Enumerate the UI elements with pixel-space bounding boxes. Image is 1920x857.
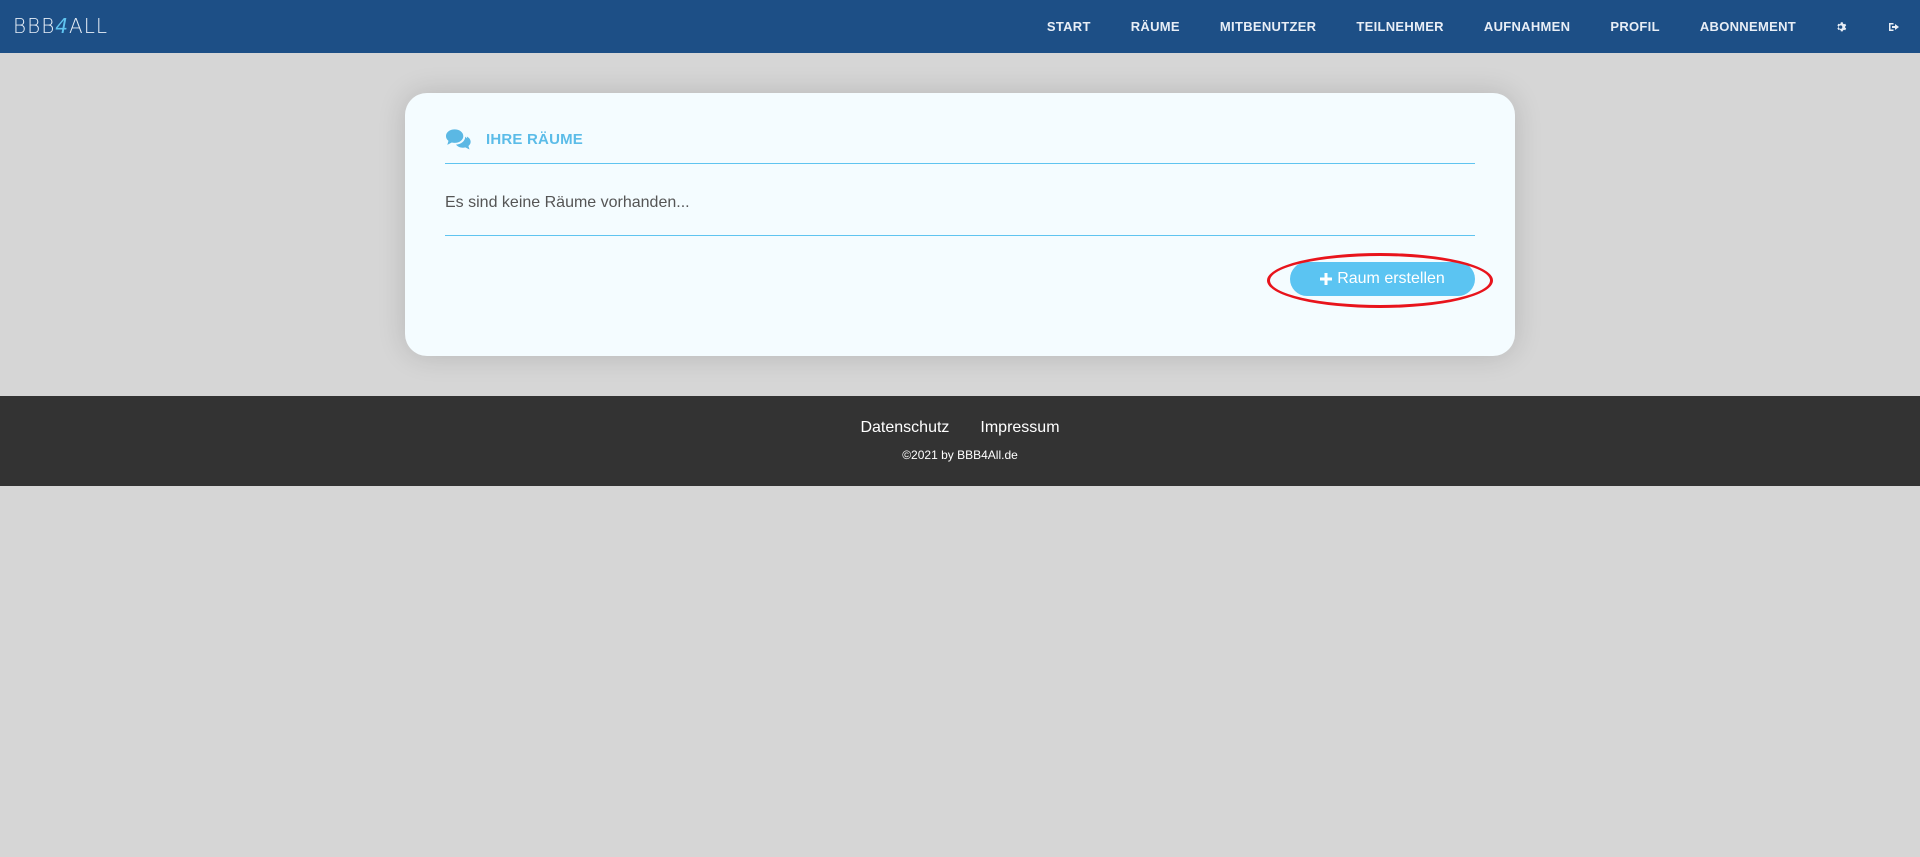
logout-icon [1889, 22, 1899, 31]
nav-item-profil[interactable]: PROFIL [1590, 0, 1679, 53]
nav-item-start[interactable]: START [1027, 0, 1111, 53]
create-room-button[interactable]: Raum erstellen [1290, 262, 1475, 296]
footer-link-datenschutz[interactable]: Datenschutz [860, 419, 949, 437]
empty-rooms-message: Es sind keine Räume vorhanden... [445, 194, 690, 211]
nav-item-teilnehmer[interactable]: TEILNEHMER [1336, 0, 1464, 53]
top-navbar: BBB4ALL START RÄUME MITBENUTZER TEILNEHM… [0, 0, 1920, 53]
nav-menu: START RÄUME MITBENUTZER TEILNEHMER AUFNA… [1027, 0, 1920, 53]
nav-item-mitbenutzer[interactable]: MITBENUTZER [1200, 0, 1336, 53]
plus-icon [1320, 273, 1333, 285]
app-logo[interactable]: BBB4ALL [13, 14, 108, 38]
comments-icon [445, 129, 471, 150]
footer: Datenschutz Impressum ©2021 by BBB4All.d… [0, 396, 1920, 486]
nav-item-raeume[interactable]: RÄUME [1111, 0, 1200, 53]
card-title: IHRE RÄUME [486, 131, 584, 148]
nav-item-abonnement[interactable]: ABONNEMENT [1680, 0, 1816, 53]
footer-links: Datenschutz Impressum [0, 419, 1920, 437]
divider [445, 235, 1475, 236]
gear-icon [1837, 21, 1847, 31]
logout-button[interactable] [1868, 0, 1920, 53]
card-header: IHRE RÄUME [445, 127, 1475, 164]
settings-button[interactable] [1816, 0, 1868, 53]
rooms-card: IHRE RÄUME Es sind keine Räume vorhanden… [405, 93, 1515, 356]
copyright-text: ©2021 by BBB4All.de [902, 448, 1018, 462]
footer-link-impressum[interactable]: Impressum [980, 419, 1059, 437]
nav-item-aufnahmen[interactable]: AUFNAHMEN [1464, 0, 1590, 53]
create-room-button-label: Raum erstellen [1337, 270, 1445, 287]
